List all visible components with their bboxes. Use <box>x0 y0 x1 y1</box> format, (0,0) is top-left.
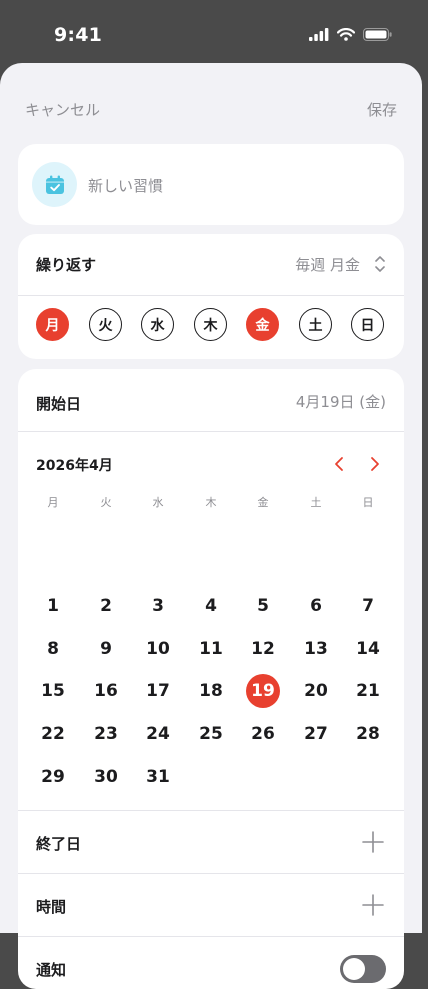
calendar-day[interactable]: 13 <box>299 632 333 666</box>
weekday-toggle-tue[interactable]: 火 <box>89 308 122 341</box>
start-date-row[interactable]: 開始日 4月19日 (金) <box>18 369 404 431</box>
calendar-check-icon <box>45 175 64 194</box>
cellular-signal-icon <box>309 28 329 41</box>
calendar-weekday-header: 火 <box>100 496 112 509</box>
repeat-label: 繰り返す <box>36 256 97 274</box>
status-time: 9:41 <box>54 24 103 46</box>
battery-icon <box>363 28 392 41</box>
chevron-left-icon <box>335 457 343 471</box>
calendar-month-title: 2026年4月 <box>36 458 113 474</box>
calendar-day[interactable]: 3 <box>141 589 175 623</box>
calendar-day[interactable]: 12 <box>246 632 280 666</box>
calendar-day[interactable]: 4 <box>194 589 228 623</box>
start-date-value[interactable]: 4月19日 (金) <box>296 391 386 412</box>
calendar-weekday-header: 木 <box>205 496 217 509</box>
calendar-weekday-header: 月 <box>47 496 59 509</box>
status-bar: 9:41 <box>0 0 428 70</box>
calendar-day[interactable]: 17 <box>141 674 175 708</box>
calendar-weekday-header: 日 <box>362 496 374 509</box>
status-icons <box>309 28 392 41</box>
repeat-value[interactable]: 毎週 月金 <box>295 254 360 275</box>
cancel-button[interactable]: キャンセル <box>25 99 100 120</box>
schedule-card: 開始日 4月19日 (金) 2026年4月 月 火 水 木 金 土 日 1 2 … <box>18 369 404 989</box>
calendar-day[interactable]: 25 <box>194 717 228 751</box>
calendar-day[interactable]: 26 <box>246 717 280 751</box>
start-date-label: 開始日 <box>36 395 82 413</box>
habit-name-card: 新しい習慣 <box>18 144 404 225</box>
wifi-icon <box>337 28 355 41</box>
calendar-day[interactable]: 30 <box>89 760 123 794</box>
calendar-day[interactable]: 24 <box>141 717 175 751</box>
chevron-up-down-icon[interactable] <box>374 253 386 275</box>
notification-toggle[interactable] <box>340 955 386 983</box>
calendar-day[interactable]: 21 <box>351 674 385 708</box>
habit-icon-button[interactable] <box>32 162 77 207</box>
calendar-day[interactable]: 20 <box>299 674 333 708</box>
end-date-label: 終了日 <box>36 835 82 853</box>
weekday-toggle-thu[interactable]: 木 <box>194 308 227 341</box>
calendar-day[interactable]: 1 <box>36 589 70 623</box>
calendar-day[interactable]: 31 <box>141 760 175 794</box>
calendar-weekday-header: 金 <box>257 496 269 509</box>
weekday-toggle-mon[interactable]: 月 <box>36 308 69 341</box>
calendar-day[interactable]: 11 <box>194 632 228 666</box>
habit-name-input[interactable]: 新しい習慣 <box>88 175 163 196</box>
calendar-day[interactable]: 2 <box>89 589 123 623</box>
time-label: 時間 <box>36 898 67 916</box>
previous-month-button[interactable] <box>329 453 349 475</box>
calendar-day-selected[interactable]: 19 <box>246 674 280 708</box>
repeat-card: 繰り返す 毎週 月金 月 火 水 木 金 土 日 <box>18 234 404 359</box>
calendar-day[interactable]: 8 <box>36 632 70 666</box>
calendar-day[interactable]: 29 <box>36 760 70 794</box>
calendar-day[interactable]: 15 <box>36 674 70 708</box>
weekday-toggle-wed[interactable]: 水 <box>141 308 174 341</box>
calendar-day[interactable]: 7 <box>351 589 385 623</box>
repeat-row[interactable]: 繰り返す 毎週 月金 <box>18 234 404 296</box>
calendar-day[interactable]: 5 <box>246 589 280 623</box>
calendar-weekday-header: 土 <box>310 496 322 509</box>
weekday-toggle-fri[interactable]: 金 <box>246 308 279 341</box>
time-row[interactable]: 時間 <box>18 874 404 936</box>
calendar-day[interactable]: 22 <box>36 717 70 751</box>
calendar-weekday-header: 水 <box>152 496 164 509</box>
weekday-toggle-sun[interactable]: 日 <box>351 308 384 341</box>
divider <box>18 431 404 432</box>
calendar-day[interactable]: 27 <box>299 717 333 751</box>
habit-editor-sheet: キャンセル 保存 新しい習慣 繰り返す 毎週 月金 月 火 水 木 金 土 日 … <box>0 63 422 989</box>
sheet-nav-bar: キャンセル 保存 <box>0 63 422 153</box>
save-button[interactable]: 保存 <box>367 99 397 120</box>
weekday-toggle-sat[interactable]: 土 <box>299 308 332 341</box>
next-month-button[interactable] <box>365 453 385 475</box>
calendar-day[interactable]: 9 <box>89 632 123 666</box>
toggle-knob <box>343 958 365 980</box>
calendar-day[interactable]: 10 <box>141 632 175 666</box>
chevron-right-icon <box>371 457 379 471</box>
calendar-day[interactable]: 23 <box>89 717 123 751</box>
plus-icon[interactable] <box>362 831 384 853</box>
notification-row: 通知 <box>18 937 404 989</box>
calendar-day[interactable]: 14 <box>351 632 385 666</box>
calendar-day[interactable]: 18 <box>194 674 228 708</box>
notification-label: 通知 <box>36 961 67 979</box>
weekday-selector: 月 火 水 木 金 土 日 <box>18 296 404 358</box>
calendar-day[interactable]: 28 <box>351 717 385 751</box>
end-date-row[interactable]: 終了日 <box>18 811 404 873</box>
calendar-day[interactable]: 6 <box>299 589 333 623</box>
calendar-day[interactable]: 16 <box>89 674 123 708</box>
